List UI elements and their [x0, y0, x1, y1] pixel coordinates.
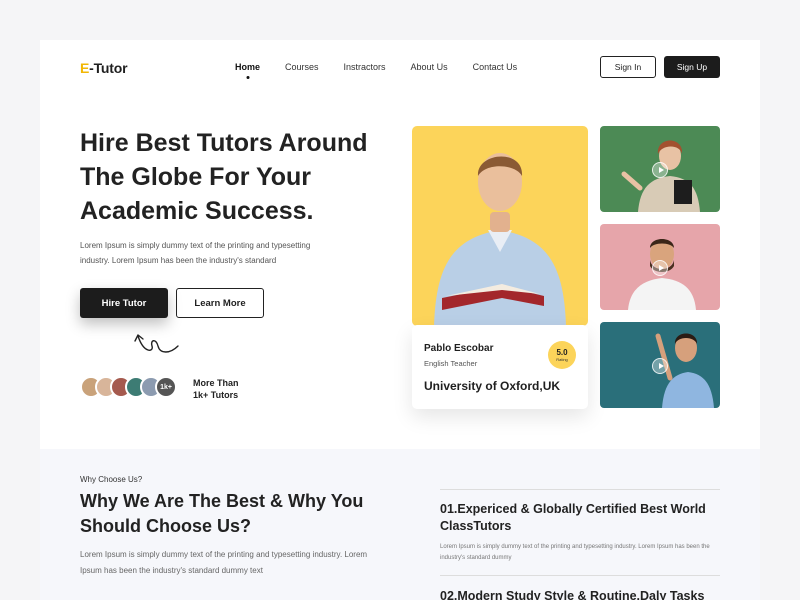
- nav-courses[interactable]: Courses: [285, 62, 319, 72]
- divider: [440, 489, 720, 490]
- hire-tutor-button[interactable]: Hire Tutor: [80, 288, 168, 318]
- play-icon[interactable]: [652, 162, 668, 178]
- hero-title: Hire Best Tutors Around The Globe For Yo…: [80, 129, 368, 225]
- tutor-video-thumbnail[interactable]: [600, 224, 720, 310]
- nav-instructors[interactable]: Instractors: [344, 62, 386, 72]
- play-icon[interactable]: [652, 358, 668, 374]
- nav-about[interactable]: About Us: [411, 62, 448, 72]
- section-title: Why We Are The Best & Why You Should Cho…: [80, 491, 364, 536]
- rating-badge: 5.0 Rating: [548, 341, 576, 369]
- nav-home[interactable]: Home: [235, 62, 260, 72]
- curly-arrow-icon: [134, 334, 179, 353]
- tutor-university: University of Oxford,UK: [424, 379, 561, 393]
- rating-value: 5.0: [556, 348, 568, 357]
- sign-in-button[interactable]: Sign In: [600, 56, 656, 78]
- avatar-more-count: 1k+: [155, 376, 177, 398]
- main-nav: Home Courses Instractors About Us Contac…: [235, 62, 542, 72]
- tutor-video-thumbnail[interactable]: [600, 126, 720, 212]
- tutor-name: Pablo Escobar: [424, 343, 494, 354]
- section-description: Lorem Ipsum is simply dummy text of the …: [80, 550, 368, 575]
- section-kicker: Why Choose Us?: [80, 475, 143, 484]
- feature-title: 02.Modern Study Style & Routine,Daly Tas…: [440, 589, 705, 600]
- sign-up-button[interactable]: Sign Up: [664, 56, 720, 78]
- logo-text: -Tutor: [89, 60, 128, 76]
- tutor-info-card[interactable]: Pablo Escobar English Teacher 5.0 Rating…: [412, 325, 588, 409]
- page: E-Tutor Home Courses Instractors About U…: [40, 40, 760, 600]
- nav-contact[interactable]: Contact Us: [473, 62, 518, 72]
- tutor-photo: [434, 153, 566, 326]
- tutor-count-line2: 1k+ Tutors: [193, 390, 239, 400]
- featured-tutor-image: [412, 126, 588, 326]
- tutor-count-line1: More Than: [193, 378, 239, 388]
- tutor-role: English Teacher: [424, 359, 478, 368]
- feature-title: 01.Expericed & Globally Certified Best W…: [440, 502, 706, 533]
- feature-description: Lorem Ipsum is simply dummy text of the …: [440, 544, 710, 561]
- why-choose-us-section: Why Choose Us? Why We Are The Best & Why…: [40, 449, 760, 600]
- tutor-avatars: 1k+: [80, 376, 177, 398]
- play-icon[interactable]: [652, 260, 668, 276]
- hero-description: Lorem Ipsum is simply dummy text of the …: [80, 241, 311, 265]
- logo[interactable]: E-Tutor: [80, 60, 128, 76]
- divider: [440, 575, 720, 576]
- rating-label: Rating: [556, 357, 568, 362]
- learn-more-button[interactable]: Learn More: [176, 288, 264, 318]
- logo-e: E: [80, 60, 90, 76]
- tutor-count-text: More Than 1k+ Tutors: [193, 377, 239, 401]
- tutor-video-thumbnail[interactable]: [600, 322, 720, 408]
